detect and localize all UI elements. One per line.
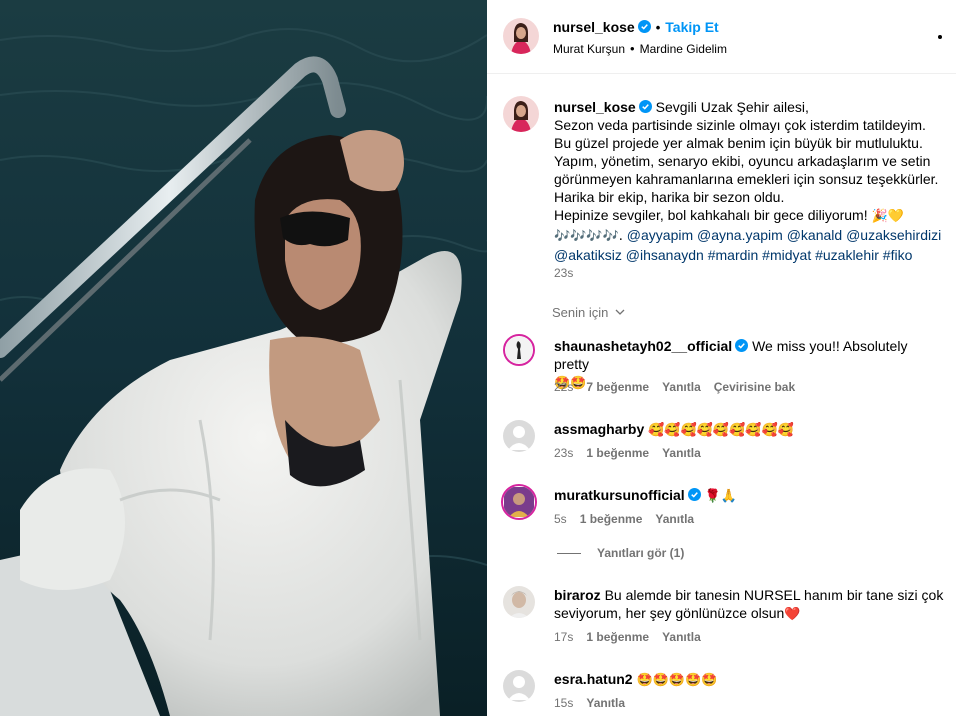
view-replies-label: Yanıtları gör (1) [597,546,685,560]
translate-button[interactable]: Çevirisine bak [714,380,795,394]
verified-badge-icon [687,488,701,501]
caption-line-3: Yapım, yönetim, senaryo ekibi, oyuncu ar… [554,153,939,187]
commenter-avatar[interactable] [503,420,535,452]
reply-button[interactable]: Yanıtla [655,512,694,526]
caption-username[interactable]: nursel_kose [554,99,636,115]
chevron-down-icon [615,309,625,315]
comment-likes[interactable]: 1 beğenme [586,446,649,460]
commenter-avatar-image [504,487,534,517]
comment-username[interactable]: biraroz [554,587,601,603]
verified-badge-icon [735,339,749,352]
replies-divider [557,553,581,555]
comment-sort-label: Senin için [552,305,609,320]
comment-time[interactable]: 15s [554,696,573,710]
commenter-avatar[interactable] [501,484,537,520]
comment-meta: 23s 1 beğenme Yanıtla [554,446,714,460]
commenter-avatar-image [503,586,535,618]
heart-emoji: ❤️ [784,607,801,622]
comment-time[interactable]: 22s [554,380,573,394]
comment-username[interactable]: shaunashetayh02__official [554,338,732,354]
comment-time[interactable]: 17s [554,630,573,644]
comment-username[interactable]: muratkursunofficial [554,487,685,503]
comment-body: muratkursunofficial 🌹🙏 [554,486,946,506]
reply-button[interactable]: Yanıtla [662,446,701,460]
comment-time[interactable]: 23s [554,446,573,460]
comment-meta: 15s Yanıtla [554,696,638,710]
audio-line: Murat Kurşun • Mardine Gidelim [553,41,727,56]
comment-meta: 22s 7 beğenme Yanıtla Çevirisine bak [554,380,808,394]
audio-separator: • [630,41,635,56]
post-header: nursel_kose • Takip Et Murat Kurşun • Mardin… [487,0,956,74]
music-notes-emoji: 🎶🎶🎶🎶. [554,229,623,244]
post-video-frame [0,0,487,716]
caption-line-5: Hepinize sevgiler, bol kahkahalı bir gec… [554,207,868,223]
view-replies-button[interactable]: Yanıtları gör (1) [557,546,684,560]
comment-likes[interactable]: 7 beğenme [586,380,649,394]
comment-sort-dropdown[interactable]: Senin için [552,305,625,320]
caption-avatar-image [503,96,539,132]
comment-username[interactable]: esra.hatun2 [554,671,633,687]
reply-button[interactable]: Yanıtla [662,630,701,644]
caption-line-1: Sevgili Uzak Şehir ailesi, [655,99,809,115]
separator-dot: • [655,20,661,35]
star-eyes-emoji: 🤩🤩🤩🤩🤩 [636,673,718,688]
author-avatar-image [503,18,539,54]
post-author-line: nursel_kose • Takip Et [553,19,719,35]
comment-meta: 5s 1 beğenme Yanıtla [554,512,707,526]
commenter-avatar-image [506,337,532,363]
caption-line-4: Harika bir ekip, harika bir sezon oldu. [554,189,785,205]
author-avatar[interactable] [503,18,539,54]
more-options-icon[interactable] [930,26,950,46]
comment-username[interactable]: assmagharby [554,421,644,437]
caption-author-avatar[interactable] [503,96,539,132]
comment-time[interactable]: 5s [554,512,567,526]
commenter-avatar[interactable] [503,586,535,618]
default-avatar-icon [503,670,535,702]
author-username[interactable]: nursel_kose [553,19,635,35]
caption-tags-1[interactable]: @ayyapim @ayna.yapim @kanald @uzaksehird… [627,227,941,243]
default-avatar-icon [503,420,535,452]
follow-button[interactable]: Takip Et [665,19,718,35]
comment-text: Bu alemde bir tanesin NURSEL hanım bir t… [554,587,944,621]
comment-body: esra.hatun2 🤩🤩🤩🤩🤩 [554,670,946,690]
post-media[interactable] [0,0,487,716]
commenter-avatar[interactable] [503,670,535,702]
comment-body: biraroz Bu alemde bir tanesin NURSEL han… [554,586,946,624]
verified-badge-icon [637,20,651,33]
comment-body: assmagharby 🥰🥰🥰🥰🥰🥰🥰🥰🥰 [554,420,946,440]
comment-meta: 17s 1 beğenme Yanıtla [554,630,714,644]
verified-badge-icon [638,100,652,113]
audio-artist[interactable]: Murat Kurşun [553,42,625,56]
caption-tags-2[interactable]: @akatiksiz @ihsanaydn #mardin #midyat #u… [554,247,912,263]
audio-title[interactable]: Mardine Gidelim [640,42,727,56]
caption-timestamp[interactable]: 23s [554,266,573,280]
caption-line-2: Sezon veda partisinde sizinle olmayı çok… [554,117,926,151]
commenter-avatar[interactable] [503,334,535,366]
party-heart-emoji: 🎉💛 [871,209,904,224]
caption-text: nursel_kose Sevgili Uzak Şehir ailesi, S… [554,98,946,264]
reply-button[interactable]: Yanıtla [662,380,701,394]
comment-likes[interactable]: 1 beğenme [586,630,649,644]
post-side-panel: nursel_kose • Takip Et Murat Kurşun • Mardin… [487,0,956,716]
comment-likes[interactable]: 1 beğenme [580,512,643,526]
reply-button[interactable]: Yanıtla [586,696,625,710]
heart-eyes-emoji: 🥰🥰🥰🥰🥰🥰🥰🥰🥰 [648,423,794,438]
rose-pray-emoji: 🌹🙏 [704,489,737,504]
